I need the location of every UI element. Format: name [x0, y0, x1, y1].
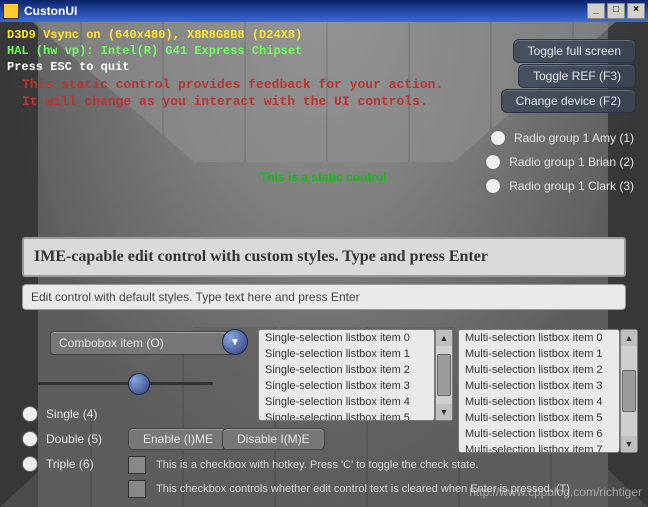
radio-label: Radio group 1 Brian (2)	[509, 155, 634, 169]
radio-label: Double (5)	[46, 432, 102, 446]
radio-icon	[485, 178, 501, 194]
slider-track	[38, 382, 213, 385]
feedback-line-2: It will change as you interact with the …	[22, 94, 428, 109]
scrollbar-thumb[interactable]	[437, 354, 451, 396]
enable-ime-button[interactable]: Enable (I)ME	[128, 428, 228, 450]
radio-icon	[485, 154, 501, 170]
list-item[interactable]: Single-selection listbox item 3	[259, 378, 434, 394]
status-line-1: D3D9 Vsync on (640x480), X8R8G8B8 (D24X8…	[7, 28, 302, 42]
maximize-button[interactable]: □	[607, 3, 625, 19]
combobox-dropdown-button[interactable]: ▼	[222, 329, 248, 355]
status-line-3: Press ESC to quit	[7, 60, 129, 74]
disable-ime-button[interactable]: Disable I(M)E	[222, 428, 325, 450]
radio-label: Radio group 1 Amy (1)	[514, 131, 634, 145]
list-item[interactable]: Single-selection listbox item 0	[259, 330, 434, 346]
list-item[interactable]: Multi-selection listbox item 7	[459, 442, 619, 453]
scroll-up-icon[interactable]: ▲	[621, 330, 637, 346]
checkbox-row-0[interactable]: This is a checkbox with hotkey. Press 'C…	[128, 456, 479, 474]
scroll-up-icon[interactable]: ▲	[436, 330, 452, 346]
default-edit-input[interactable]: Edit control with default styles. Type t…	[22, 284, 626, 310]
radio-label: Single (4)	[46, 407, 97, 421]
radio-group1-item-1[interactable]: Radio group 1 Brian (2)	[485, 154, 634, 170]
window-buttons: _ □ ×	[587, 3, 645, 19]
list-item[interactable]: Single-selection listbox item 4	[259, 394, 434, 410]
list-item[interactable]: Multi-selection listbox item 2	[459, 362, 619, 378]
list-item[interactable]: Single-selection listbox item 1	[259, 346, 434, 362]
radio-group1-item-0[interactable]: Radio group 1 Amy (1)	[490, 130, 634, 146]
radio-icon	[22, 406, 38, 422]
feedback-line-1: This static control provides feedback fo…	[22, 77, 443, 92]
watermark-text: http://www.cppblog.com/richtiger	[469, 485, 642, 499]
status-line-2: HAL (hw vp): Intel(R) G41 Express Chipse…	[7, 44, 302, 58]
multi-select-listbox[interactable]: Multi-selection listbox item 0Multi-sele…	[458, 329, 620, 453]
radio-group1-item-2[interactable]: Radio group 1 Clark (3)	[485, 178, 634, 194]
window-title: CustonUI	[24, 4, 77, 18]
list-item[interactable]: Single-selection listbox item 5	[259, 410, 434, 421]
radio-icon	[22, 456, 38, 472]
slider-thumb[interactable]	[128, 373, 150, 395]
radio-left-0[interactable]: Single (4)	[22, 406, 97, 422]
ime-edit-input[interactable]: IME-capable edit control with custom sty…	[22, 237, 626, 277]
list-item[interactable]: Multi-selection listbox item 3	[459, 378, 619, 394]
scroll-down-icon[interactable]: ▼	[436, 404, 452, 420]
scroll-down-icon[interactable]: ▼	[621, 436, 637, 452]
list-item[interactable]: Multi-selection listbox item 0	[459, 330, 619, 346]
radio-left-1[interactable]: Double (5)	[22, 431, 102, 447]
radio-icon	[22, 431, 38, 447]
checkbox-icon	[128, 456, 146, 474]
list-item[interactable]: Multi-selection listbox item 6	[459, 426, 619, 442]
radio-label: Radio group 1 Clark (3)	[509, 179, 634, 193]
list-item[interactable]: Single-selection listbox item 2	[259, 362, 434, 378]
radio-label: Triple (6)	[46, 457, 94, 471]
app-icon	[3, 3, 19, 19]
toggle-fullscreen-button[interactable]: Toggle full screen	[513, 39, 636, 63]
minimize-button[interactable]: _	[587, 3, 605, 19]
single-listbox-scrollbar[interactable]: ▲ ▼	[435, 329, 453, 421]
checkbox-label: This is a checkbox with hotkey. Press 'C…	[156, 459, 479, 471]
multi-listbox-scrollbar[interactable]: ▲ ▼	[620, 329, 638, 453]
client-area: D3D9 Vsync on (640x480), X8R8G8B8 (D24X8…	[0, 22, 648, 507]
change-device-button[interactable]: Change device (F2)	[501, 89, 636, 113]
toggle-ref-button[interactable]: Toggle REF (F3)	[518, 64, 636, 88]
slider[interactable]	[38, 372, 213, 394]
scrollbar-thumb[interactable]	[622, 370, 636, 412]
combobox[interactable]: Combobox item (O)	[50, 331, 233, 355]
list-item[interactable]: Multi-selection listbox item 4	[459, 394, 619, 410]
chevron-down-icon: ▼	[230, 337, 240, 348]
list-item[interactable]: Multi-selection listbox item 1	[459, 346, 619, 362]
radio-left-2[interactable]: Triple (6)	[22, 456, 94, 472]
checkbox-icon	[128, 480, 146, 498]
radio-icon	[490, 130, 506, 146]
close-button[interactable]: ×	[627, 3, 645, 19]
title-bar: CustonUI _ □ ×	[0, 0, 648, 22]
static-control-label: This is a static control.	[260, 170, 390, 184]
single-select-listbox[interactable]: Single-selection listbox item 0Single-se…	[258, 329, 435, 421]
list-item[interactable]: Multi-selection listbox item 5	[459, 410, 619, 426]
